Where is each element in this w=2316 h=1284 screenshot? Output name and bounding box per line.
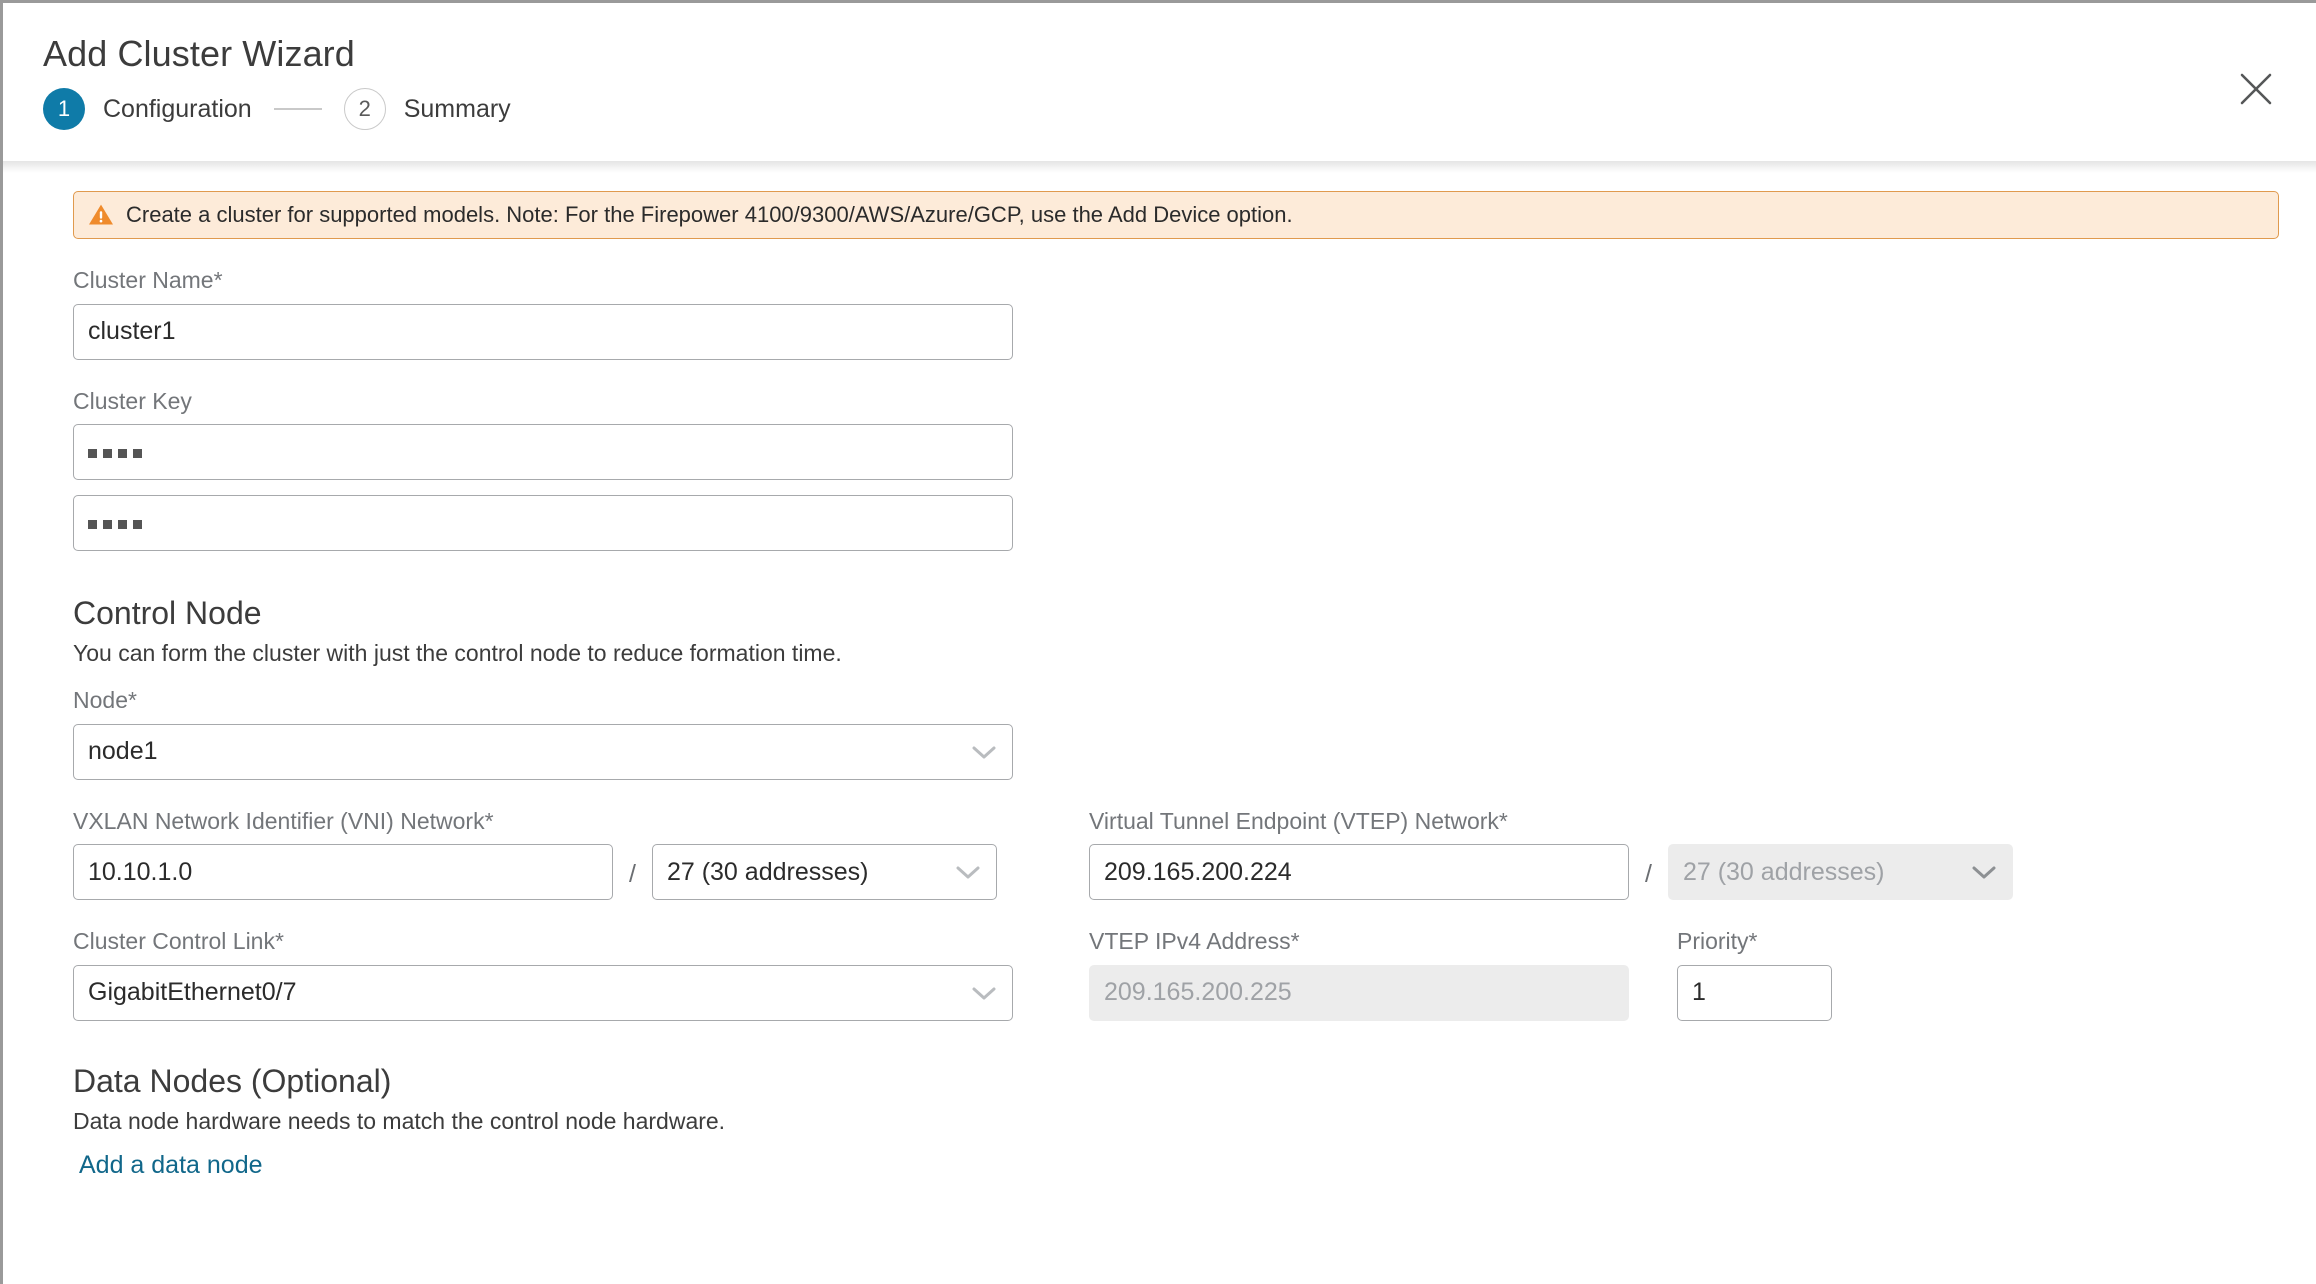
priority-value: 1 — [1692, 978, 1706, 1007]
cluster-key-label: Cluster Key — [73, 387, 192, 414]
vtep-network-separator: / — [1645, 859, 1652, 888]
chevron-down-icon — [956, 866, 980, 879]
wizard-step-indicator: 1 Configuration 2 Summary — [43, 88, 2316, 131]
control-node-title: Control Node — [73, 595, 262, 632]
vni-network-input[interactable]: 10.10.1.0 — [73, 844, 613, 901]
chevron-down-icon — [972, 746, 996, 759]
link-row: Cluster Control Link* GigabitEthernet0/7… — [73, 928, 2276, 1021]
warning-triangle-icon — [89, 204, 113, 225]
data-nodes-title: Data Nodes (Optional) — [73, 1062, 392, 1099]
info-banner: Create a cluster for supported models. N… — [73, 191, 2279, 239]
cluster-control-link-value: GigabitEthernet0/7 — [88, 978, 297, 1007]
priority-input[interactable]: 1 — [1677, 964, 1832, 1021]
field-group-cluster-name: Cluster Name* cluster1 — [73, 267, 2276, 360]
step-number-badge-2: 2 — [343, 88, 386, 131]
cluster-key-input[interactable] — [73, 424, 1013, 481]
section-control-node: Control Node You can form the cluster wi… — [73, 593, 2276, 1021]
step-connector-line — [273, 108, 322, 111]
cluster-name-label: Cluster Name* — [73, 267, 223, 293]
cluster-name-value: cluster1 — [88, 317, 176, 346]
field-group-vni-network: VXLAN Network Identifier (VNI) Network* … — [73, 808, 1063, 901]
step-number-badge-1: 1 — [43, 88, 85, 131]
add-cluster-wizard-dialog: Add Cluster Wizard 1 Configuration 2 Sum… — [0, 0, 2316, 1284]
vni-network-mask-value: 27 (30 addresses) — [666, 857, 869, 886]
chevron-down-icon — [972, 987, 996, 1000]
page-title: Add Cluster Wizard — [43, 33, 355, 74]
cluster-control-link-label: Cluster Control Link* — [73, 928, 284, 955]
step-label-summary: Summary — [403, 94, 511, 123]
node-value: node1 — [88, 737, 158, 766]
step-label-configuration: Configuration — [103, 94, 252, 123]
vni-network-mask-select[interactable]: 27 (30 addresses) — [651, 844, 997, 901]
vtep-network-value: 209.165.200.224 — [1104, 857, 1292, 886]
vtep-ipv4-label: VTEP IPv4 Address* — [1089, 928, 1300, 955]
banner-text: Create a cluster for supported models. N… — [126, 202, 1293, 227]
vtep-ipv4-input: 209.165.200.225 — [1089, 964, 1629, 1021]
vni-network-value: 10.10.1.0 — [88, 857, 193, 886]
vtep-ipv4-value: 209.165.200.225 — [1104, 978, 1292, 1007]
vtep-priority-group: VTEP IPv4 Address* 209.165.200.225 Prior… — [1089, 928, 1832, 1021]
vni-network-separator: / — [629, 859, 636, 888]
wizard-body: Create a cluster for supported models. N… — [3, 161, 2316, 1180]
priority-label: Priority* — [1677, 928, 1758, 955]
data-nodes-subtitle: Data node hardware needs to match the co… — [73, 1107, 726, 1134]
node-select[interactable]: node1 — [73, 723, 1013, 780]
wizard-header: Add Cluster Wizard 1 Configuration 2 Sum… — [3, 3, 2316, 173]
vtep-network-mask-value: 27 (30 addresses) — [1682, 857, 1885, 886]
control-node-subtitle: You can form the cluster with just the c… — [73, 640, 842, 667]
vni-network-label: VXLAN Network Identifier (VNI) Network* — [73, 807, 494, 834]
vtep-network-label: Virtual Tunnel Endpoint (VTEP) Network* — [1089, 807, 1508, 834]
node-label: Node* — [73, 687, 137, 714]
cluster-control-link-select[interactable]: GigabitEthernet0/7 — [73, 964, 1013, 1021]
cluster-name-input[interactable]: cluster1 — [73, 303, 1013, 360]
wizard-step-configuration[interactable]: 1 Configuration — [43, 88, 252, 131]
vtep-network-input[interactable]: 209.165.200.224 — [1089, 844, 1629, 901]
field-group-vtep-ipv4: VTEP IPv4 Address* 209.165.200.225 — [1089, 928, 1629, 1021]
close-icon[interactable] — [2232, 65, 2280, 113]
field-group-priority: Priority* 1 — [1677, 928, 1832, 1021]
cluster-key-masked-value — [88, 436, 148, 465]
chevron-down-icon — [1972, 866, 1996, 879]
field-group-cluster-key: Cluster Key — [73, 388, 2276, 552]
field-group-node: Node* node1 — [73, 687, 2276, 780]
network-row: VXLAN Network Identifier (VNI) Network* … — [73, 808, 2276, 901]
cluster-key-confirm-masked-value — [88, 507, 148, 536]
vtep-network-mask-select: 27 (30 addresses) — [1667, 844, 2013, 901]
field-group-vtep-network: Virtual Tunnel Endpoint (VTEP) Network* … — [1089, 808, 2013, 901]
field-group-cluster-control-link: Cluster Control Link* GigabitEthernet0/7 — [73, 928, 1063, 1021]
wizard-step-summary[interactable]: 2 Summary — [343, 88, 511, 131]
section-data-nodes: Data Nodes (Optional) Data node hardware… — [73, 1061, 2276, 1180]
cluster-key-confirm-input[interactable] — [73, 495, 1013, 552]
add-data-node-link[interactable]: Add a data node — [79, 1151, 263, 1180]
